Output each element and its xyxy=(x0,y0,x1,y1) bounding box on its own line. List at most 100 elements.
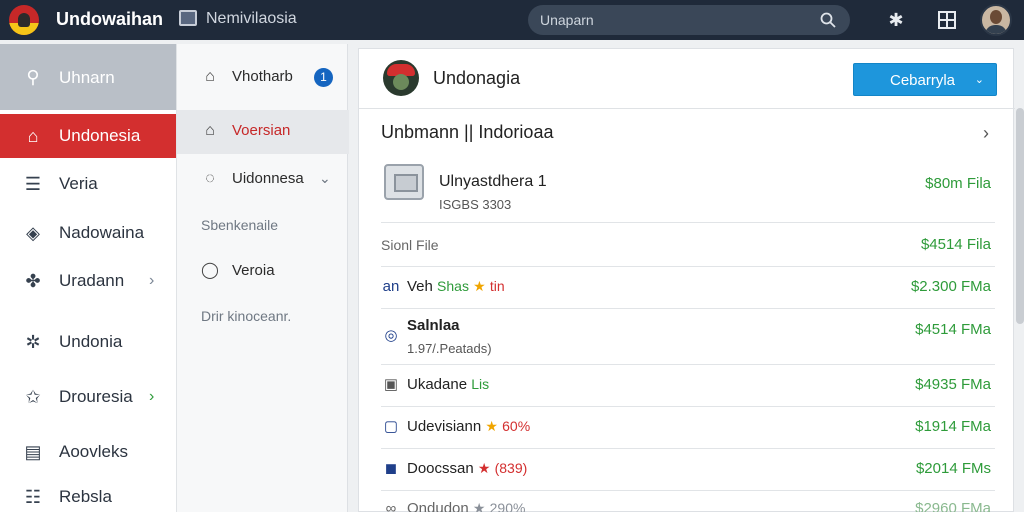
sidebar-item-label: Nadowaina xyxy=(59,223,145,242)
bird-icon: ✤ xyxy=(25,271,41,291)
list-item[interactable]: ∞ Ondudon ★ 290% $2960 FMa xyxy=(381,491,995,512)
item-name-group: Doocssan ★ (839) xyxy=(407,460,527,477)
square-icon: ◼ xyxy=(384,460,398,477)
chevron-down-icon[interactable]: ⌄ xyxy=(975,73,984,86)
item-name: Veh xyxy=(407,278,433,295)
item-name: Ulnyastdhera 1 xyxy=(439,173,547,190)
sidebar-item-label: Uhnarn xyxy=(59,68,115,87)
list-item[interactable]: ▣ Ukadane Lis $4935 FMa xyxy=(381,365,995,407)
item-tag: Lis xyxy=(471,376,490,392)
star-icon: ★ xyxy=(472,500,486,512)
home-outline-icon: ⌂ xyxy=(205,122,215,139)
star-icon: ★ xyxy=(473,278,486,294)
user-avatar[interactable] xyxy=(980,4,1012,36)
star-icon: ✩ xyxy=(25,387,41,407)
list-item[interactable]: Sionl File $4514 Fila xyxy=(381,223,995,267)
list-item[interactable]: ◼ Doocssan ★ (839) $2014 FMs xyxy=(381,449,995,491)
item-tag-secondary: tin xyxy=(489,278,505,294)
notification-badge: 1 xyxy=(314,68,333,87)
sidebar-item-gear[interactable]: ✲ Undonia xyxy=(0,320,176,364)
item-tag: 60% xyxy=(502,418,531,434)
sidebar-item-bird[interactable]: ✤ Uradann › xyxy=(0,259,176,303)
subnav-section-heading: Drir kinoceanr. xyxy=(201,308,292,324)
item-name: Ondudon xyxy=(407,500,469,512)
star-icon: ★ xyxy=(485,418,498,434)
infinity-icon: ∞ xyxy=(385,500,397,512)
shield-icon: ◈ xyxy=(26,223,40,243)
item-price: $2014 FMs xyxy=(915,460,991,477)
subnav-item-chat[interactable]: ◌ Uidonnesa ⌄ xyxy=(177,158,349,202)
building-icon: ▤ xyxy=(24,442,42,462)
sidebar-item-label: Rebsla xyxy=(59,487,112,506)
search-bar[interactable] xyxy=(528,5,850,35)
item-tag: (839) xyxy=(494,460,528,476)
page-title: Undonagia xyxy=(433,68,521,88)
item-name-group: Ondudon ★ 290% xyxy=(407,500,525,512)
item-price: $80m Fila xyxy=(925,175,991,192)
item-name: Salnlaa xyxy=(407,317,460,334)
subnav-section-heading: Sbenkenaile xyxy=(201,217,279,233)
subnav-item-shield[interactable]: ◯ Veroia xyxy=(177,250,349,294)
gear-icon: ✲ xyxy=(25,332,41,352)
list-item[interactable]: Ulnyastdhera 1 ISGBS 3303 $80m Fila xyxy=(381,157,995,223)
chevron-right-icon: › xyxy=(149,272,155,289)
sidebar-item-home[interactable]: ⌂ Undonesia xyxy=(0,114,176,158)
item-name: Sionl File xyxy=(381,237,439,253)
sidebar-item-search[interactable]: ⚲ Uhnarn xyxy=(0,44,176,110)
chevron-right-icon[interactable]: › xyxy=(983,123,989,144)
item-name-group: Udevisiann ★ 60% xyxy=(407,418,530,435)
top-bar: Undowaihan Nemivilaosia ✱ xyxy=(0,0,1024,40)
scrollbar[interactable] xyxy=(1016,108,1024,324)
sidebar: ⚲ Uhnarn ⌂ Undonesia ☰ Veria ◈ Nadowaina… xyxy=(0,44,176,512)
document-title: Nemivilaosia xyxy=(206,10,297,27)
item-subtext: 1.97/.Peatads) xyxy=(407,341,492,356)
card-icon: ▣ xyxy=(383,376,399,393)
item-price: $1914 FMa xyxy=(915,418,991,435)
item-price: $4514 Fila xyxy=(920,236,991,253)
rounded-square-icon: ▢ xyxy=(383,418,399,435)
breadcrumb[interactable]: Unbmann || Indorioaa xyxy=(381,122,553,143)
item-name: Doocssan xyxy=(407,460,474,477)
sidebar-item-label: Aoovleks xyxy=(59,442,128,461)
item-name: Udevisiann xyxy=(407,418,482,435)
search-icon: ⚲ xyxy=(26,67,40,87)
profile-avatar[interactable] xyxy=(383,60,419,96)
item-tag: Shas xyxy=(437,278,469,294)
document-icon xyxy=(179,10,197,26)
primary-action-button[interactable]: Cebarryla ⌄ xyxy=(853,63,997,96)
subnav-item-active[interactable]: ⌂ Voersian xyxy=(177,110,349,154)
list-item[interactable]: an Veh Shas ★ tin $2.300 FMa xyxy=(381,267,995,309)
puzzle-icon[interactable]: ✱ xyxy=(885,9,907,31)
app-title: Undowaihan xyxy=(56,9,163,29)
subnav-item-label: Veroia xyxy=(232,262,275,279)
grid-icon[interactable] xyxy=(936,9,958,31)
shield-outline-icon: ◯ xyxy=(201,262,219,279)
subnav-item-label: Uidonnesa xyxy=(232,170,304,187)
search-icon[interactable] xyxy=(820,12,836,28)
file-thumbnail-icon xyxy=(384,164,424,200)
item-price: $4514 FMa xyxy=(915,321,991,338)
item-name: Ukadane xyxy=(407,376,468,393)
item-price: $4935 FMa xyxy=(915,376,991,393)
search-input[interactable] xyxy=(540,10,810,30)
sidebar-item-building[interactable]: ▤ Aoovleks xyxy=(0,430,176,474)
chat-icon: ◌ xyxy=(205,170,215,187)
app-logo-icon[interactable] xyxy=(9,5,39,35)
subnav-item-home[interactable]: ⌂ Vhotharb 1 xyxy=(177,56,349,100)
item-name-group: Ukadane Lis xyxy=(407,376,489,393)
sidebar-item-label: Undonia xyxy=(59,332,123,351)
sidebar-item-layers[interactable]: ☷ Rebsla xyxy=(0,475,176,512)
list-item[interactable]: ◎ Salnlaa 1.97/.Peatads) $4514 FMa xyxy=(381,309,995,365)
item-price: $2960 FMa xyxy=(915,500,991,512)
subnav-item-label: Vhotharb xyxy=(232,68,293,85)
list-item[interactable]: ▢ Udevisiann ★ 60% $1914 FMa xyxy=(381,407,995,449)
sidebar-item-label: Uradann xyxy=(59,271,125,290)
main-panel: Undonagia Cebarryla ⌄ Unbmann || Indorio… xyxy=(358,48,1015,512)
sidebar-item-star[interactable]: ✩ Drouresia › xyxy=(0,375,176,419)
sidebar-item-shield[interactable]: ◈ Nadowaina xyxy=(0,211,176,255)
sidebar-item-list[interactable]: ☰ Veria xyxy=(0,162,176,206)
item-tag: 290% xyxy=(489,500,526,512)
chevron-down-icon[interactable]: ⌄ xyxy=(319,170,331,187)
item-prefix: an xyxy=(382,278,400,295)
sidebar-item-label: Drouresia xyxy=(59,387,133,406)
